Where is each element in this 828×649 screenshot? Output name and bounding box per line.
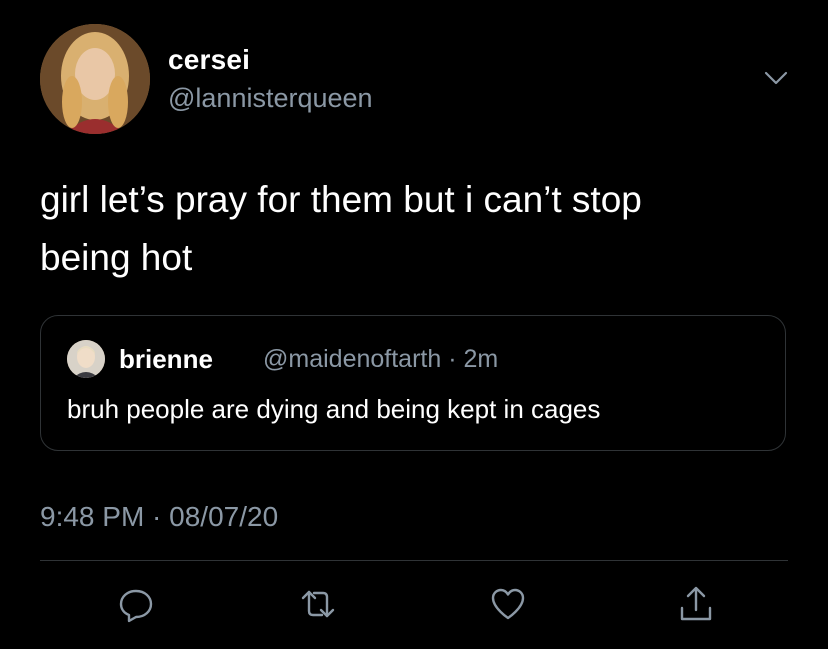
reply-icon[interactable] [116, 584, 156, 624]
avatar-image [40, 24, 150, 134]
chevron-down-icon[interactable] [762, 64, 790, 92]
display-name[interactable]: cersei [168, 44, 250, 76]
retweet-icon[interactable] [298, 584, 338, 624]
share-icon[interactable] [676, 584, 716, 624]
quoted-avatar [67, 340, 105, 378]
heart-icon[interactable] [488, 584, 528, 624]
quoted-handle-time: @maidenoftarth · 2m [263, 345, 499, 373]
quoted-display-name: brienne [119, 344, 213, 374]
tweet-text: girl let’s pray for them but i can’t sto… [40, 179, 642, 278]
quoted-tweet-text: bruh people are dying and being kept in … [67, 394, 601, 424]
divider [40, 560, 788, 561]
quoted-tweet-card[interactable]: brienne @maidenoftarth · 2m bruh people … [40, 315, 786, 451]
user-handle[interactable]: @lannisterqueen [168, 83, 373, 114]
tweet-timestamp[interactable]: 9:48 PM · 08/07/20 [40, 501, 278, 533]
avatar[interactable] [40, 24, 150, 134]
